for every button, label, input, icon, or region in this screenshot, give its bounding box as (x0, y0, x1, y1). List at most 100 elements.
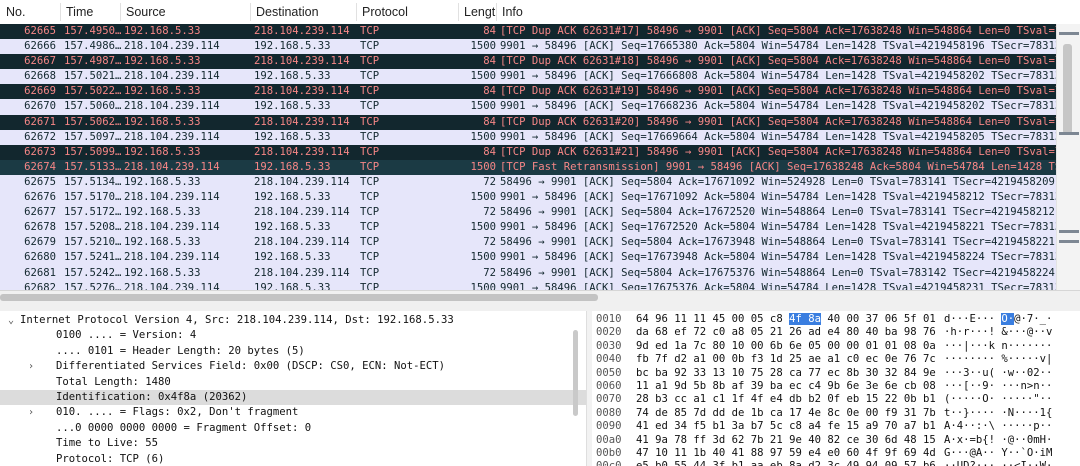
cell-length: 1500 (470, 251, 496, 264)
cell-destination: 218.104.239.114 (254, 115, 350, 128)
cell-info: 9901 → 58496 [ACK] Seq=17673948 Ack=5804… (500, 251, 1056, 264)
column-header-time[interactable]: Time (66, 5, 93, 19)
packet-row[interactable]: 62682 157.5276… 218.104.239.114 192.168.5.3… (0, 280, 1056, 290)
cell-destination: 192.168.5.33 (254, 40, 331, 53)
cell-info: [TCP Dup ACK 62631#19] 58496 → 9901 [ACK… (500, 85, 1056, 98)
cell-time: 157.5242… (64, 266, 122, 279)
detail-field[interactable]: › 010. .... = Flags: 0x2, Don't fragment (0, 405, 586, 420)
column-header-destination[interactable]: Destination (256, 5, 319, 19)
column-header-info[interactable]: Info (502, 5, 523, 19)
cell-protocol: TCP (360, 70, 380, 83)
cell-info: 58496 → 9901 [ACK] Seq=5804 Ack=17675376… (500, 266, 1055, 279)
cell-protocol: TCP (360, 160, 380, 173)
packet-details-pane[interactable]: ⌄ Internet Protocol Version 4, Src: 218.1… (0, 311, 586, 466)
cell-destination: 192.168.5.33 (254, 130, 331, 143)
hex-row[interactable]: 00c0 e5 b0 55 44 3f b1 aa eb 8a d2 3c 49 … (592, 460, 1080, 466)
cell-destination: 218.104.239.114 (254, 175, 350, 188)
packet-row[interactable]: 62673 157.5099… 192.168.5.33 218.104.239.11… (0, 144, 1056, 160)
packet-row[interactable]: 62668 157.5021… 218.104.239.114 192.168.5.3… (0, 69, 1056, 85)
details-scroll-thumb[interactable] (573, 330, 578, 416)
packet-row[interactable]: 62670 157.5060… 218.104.239.114 192.168.5.3… (0, 99, 1056, 115)
column-header-source[interactable]: Source (126, 5, 166, 19)
detail-field[interactable]: Time to Live: 55 (0, 436, 586, 451)
cell-info: [TCP Dup ACK 62631#20] 58496 → 9901 [ACK… (500, 115, 1056, 128)
hscroll-thumb[interactable] (0, 294, 598, 301)
cell-info: 9901 → 58496 [ACK] Seq=17665380 Ack=5804… (500, 40, 1056, 53)
packet-row[interactable]: 62675 157.5134… 192.168.5.33 218.104.239.11… (0, 174, 1056, 191)
packet-row[interactable]: 62679 157.5210… 192.168.5.33 218.104.239.11… (0, 235, 1056, 251)
hex-row[interactable]: 0080 74 de 85 7d dd de 1b ca 17 4e 8c 0e … (592, 407, 1080, 420)
hex-row[interactable]: 0060 11 a1 9d 5b 8b af 39 ba ec c4 9b 6e … (592, 380, 1080, 393)
detail-field[interactable]: Protocol: TCP (6) (0, 452, 586, 466)
hex-offset: 00c0 (596, 460, 622, 466)
column-header-protocol[interactable]: Protocol (362, 5, 408, 19)
hex-row[interactable]: 0040 fb 7f d2 a1 00 0b f3 1d 25 ae a1 c0 … (592, 353, 1080, 366)
cell-destination: 218.104.239.114 (254, 25, 350, 37)
cell-protocol: TCP (360, 55, 380, 68)
cell-length: 84 (483, 25, 496, 37)
cell-no: 62682 (24, 281, 56, 290)
hex-offset: 0020 (596, 326, 622, 339)
packet-bytes-pane[interactable]: 0010 64 96 11 11 45 00 05 c8 4f 8a 40 00 … (592, 311, 1080, 466)
hex-row[interactable]: 0090 41 ed 34 f5 b1 3a b7 5c c8 a4 fe 15 … (592, 420, 1080, 433)
hex-row[interactable]: 00b0 47 10 11 1b 40 41 88 97 59 e4 e0 60 … (592, 447, 1080, 460)
packet-list[interactable]: No. Time Source Destination Protocol Len… (0, 0, 1080, 290)
detail-field[interactable]: Total Length: 1480 (0, 375, 586, 390)
cell-length: 84 (483, 145, 496, 158)
scrollbar-thumb[interactable] (1063, 44, 1072, 134)
column-header-length[interactable]: Lengt (464, 5, 495, 19)
cell-no: 62667 (24, 55, 56, 68)
hex-row[interactable]: 0020 da 68 ef 72 c0 a8 05 21 26 ad e4 80 … (592, 326, 1080, 339)
hex-row[interactable]: 0050 bc ba 92 33 13 10 75 28 ca 77 ec 8b … (592, 367, 1080, 380)
hex-row[interactable]: 0010 64 96 11 11 45 00 05 c8 4f 8a 40 00 … (592, 313, 1080, 326)
packet-row[interactable]: 62671 157.5062… 192.168.5.33 218.104.239.11… (0, 114, 1056, 130)
cell-source: 192.168.5.33 (124, 145, 201, 158)
cell-length: 84 (483, 55, 496, 68)
hex-row[interactable]: 0030 9d ed 1a 7c 80 10 00 6b 6e 05 00 00 … (592, 340, 1080, 353)
hex-offset: 00b0 (596, 446, 622, 459)
packet-list-hscrollbar[interactable] (0, 293, 1056, 303)
detail-field-text: 0100 .... = Version: 4 (56, 329, 197, 342)
packet-row[interactable]: 62667 157.4987… 192.168.5.33 218.104.239.11… (0, 54, 1056, 70)
cell-no: 62668 (24, 70, 56, 83)
cell-info: 9901 → 58496 [ACK] Seq=17669664 Ack=5804… (500, 130, 1056, 143)
packet-row[interactable]: 62674 157.5133… 218.104.239.114 192.168.5.3… (0, 159, 1056, 175)
expand-chevron-icon[interactable]: ⌄ (4, 313, 18, 328)
packet-row[interactable]: 62669 157.5022… 192.168.5.33 218.104.239.11… (0, 84, 1056, 100)
detail-field[interactable]: 0100 .... = Version: 4 (0, 328, 586, 343)
packet-row[interactable]: 62678 157.5208… 218.104.239.114 192.168.5.3… (0, 220, 1056, 236)
cell-source: 218.104.239.114 (124, 191, 220, 204)
detail-field[interactable]: ⌄ Internet Protocol Version 4, Src: 218.1… (0, 313, 586, 328)
cell-destination: 192.168.5.33 (254, 221, 331, 234)
packet-row[interactable]: 62681 157.5242… 192.168.5.33 218.104.239.11… (0, 265, 1056, 281)
collapse-chevron-icon[interactable]: › (24, 405, 38, 420)
cell-no: 62674 (24, 160, 56, 173)
hex-row[interactable]: 00a0 41 9a 78 ff 3d 62 7b 21 9e 40 82 ce … (592, 434, 1080, 447)
packet-row[interactable]: 62680 157.5241… 218.104.239.114 192.168.5.3… (0, 250, 1056, 266)
collapse-chevron-icon[interactable]: › (24, 359, 38, 374)
detail-field[interactable]: ...0 0000 0000 0000 = Fragment Offset: 0 (0, 421, 586, 436)
hex-row[interactable]: 0070 28 b3 cc a1 c1 1f 4f e4 db b2 0f eb … (592, 393, 1080, 406)
cell-protocol: TCP (360, 145, 380, 158)
packet-row[interactable]: 62677 157.5172… 192.168.5.33 218.104.239.11… (0, 205, 1056, 221)
packet-row[interactable]: 62666 157.4986… 218.104.239.114 192.168.5.3… (0, 39, 1056, 55)
detail-field[interactable]: Identification: 0x4f8a (20362) (0, 389, 586, 406)
cell-length: 72 (483, 206, 496, 219)
detail-field[interactable]: .... 0101 = Header Length: 20 bytes (5) (0, 344, 586, 359)
hex-offset: 0090 (596, 420, 622, 433)
details-scrollbar[interactable] (572, 322, 580, 466)
packet-list-scrollbar[interactable] (1056, 24, 1080, 290)
column-header-no[interactable]: No. (6, 5, 25, 19)
cell-time: 157.5097… (64, 130, 122, 143)
hex-bytes: 74 de 85 7d dd de 1b ca 17 4e 8c 0e 00 f… (636, 406, 936, 419)
cell-source: 192.168.5.33 (124, 55, 201, 68)
cell-time: 157.5021… (64, 70, 122, 83)
detail-field-text: Differentiated Services Field: 0x00 (DSC… (56, 360, 446, 373)
minimap-mark (1059, 32, 1079, 35)
detail-field[interactable]: › Differentiated Services Field: 0x00 (DS… (0, 359, 586, 374)
ascii-bytes: A·4··:·\ ·····p·· (944, 420, 1053, 433)
packet-row[interactable]: 62672 157.5097… 218.104.239.114 192.168.5.3… (0, 129, 1056, 145)
packet-row[interactable]: 62676 157.5170… 218.104.239.114 192.168.5.3… (0, 190, 1056, 206)
packet-row[interactable]: 62665 157.4950… 192.168.5.33 218.104.239.11… (0, 24, 1056, 40)
cell-source: 192.168.5.33 (124, 115, 201, 128)
